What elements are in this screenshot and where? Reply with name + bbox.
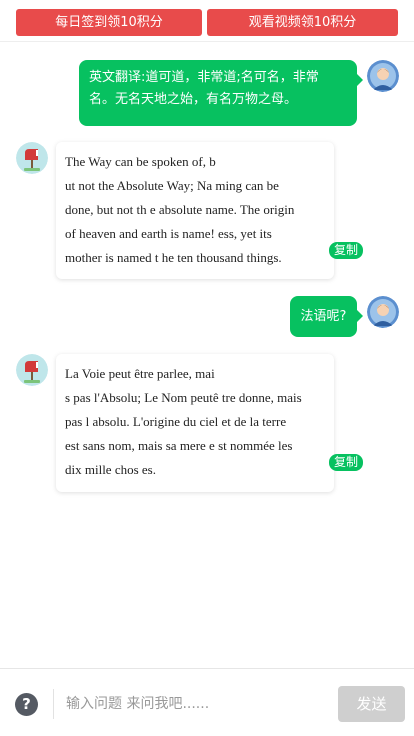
copy-button[interactable]: 复制 (329, 454, 364, 471)
mailbox-avatar-icon (16, 354, 48, 386)
user-avatar-icon (367, 60, 399, 92)
send-button[interactable]: 发送 (338, 686, 405, 722)
watch-video-button[interactable]: 观看视频领10积分 (207, 9, 398, 36)
question-circle-icon[interactable]: ? (15, 693, 38, 716)
reply-line: s pas l'Absolu; Le Nom peutê tre donne, … (65, 390, 302, 405)
user-message-bubble: 英文翻译:道可道，非常道;名可名，非常 名。无名天地之始，有名万物之母。 (79, 60, 363, 126)
message-line: 法语呢? (300, 309, 347, 324)
input-divider (53, 689, 54, 719)
reply-line: est sans nom, mais sa mere e st nommée l… (65, 438, 293, 453)
top-action-bar: 每日签到领10积分 观看视频领10积分 (0, 0, 414, 42)
user-message-bubble: 法语呢? (290, 296, 363, 337)
reply-line: pas l absolu. L'origine du ciel et de la… (65, 414, 287, 429)
reply-line: La Voie peut être parlee, mai (65, 366, 215, 381)
copy-button[interactable]: 复制 (329, 242, 364, 259)
reply-line: The Way can be spoken of, b (65, 154, 216, 169)
mailbox-avatar-icon (16, 142, 48, 174)
question-input[interactable] (66, 691, 324, 717)
reply-line: ut not the Absolute Way; Na ming can be (65, 178, 279, 193)
reply-line: mother is named t he ten thousand things… (65, 250, 282, 265)
user-avatar-icon (367, 296, 399, 328)
reply-line: of heaven and earth is name! ess, yet it… (65, 226, 272, 241)
chat-input-bar: ? 发送 (0, 668, 414, 736)
message-line: 英文翻译:道可道，非常道;名可名，非常 (89, 70, 319, 85)
bot-reply-bubble: La Voie peut être parlee, mai s pas l'Ab… (56, 354, 334, 492)
daily-signin-button[interactable]: 每日签到领10积分 (16, 9, 202, 36)
bot-reply-bubble: The Way can be spoken of, b ut not the A… (56, 142, 334, 279)
reply-line: done, but not th e absolute name. The or… (65, 202, 295, 217)
message-line: 名。无名天地之始，有名万物之母。 (89, 92, 298, 107)
reply-line: dix mille chos es. (65, 462, 156, 477)
